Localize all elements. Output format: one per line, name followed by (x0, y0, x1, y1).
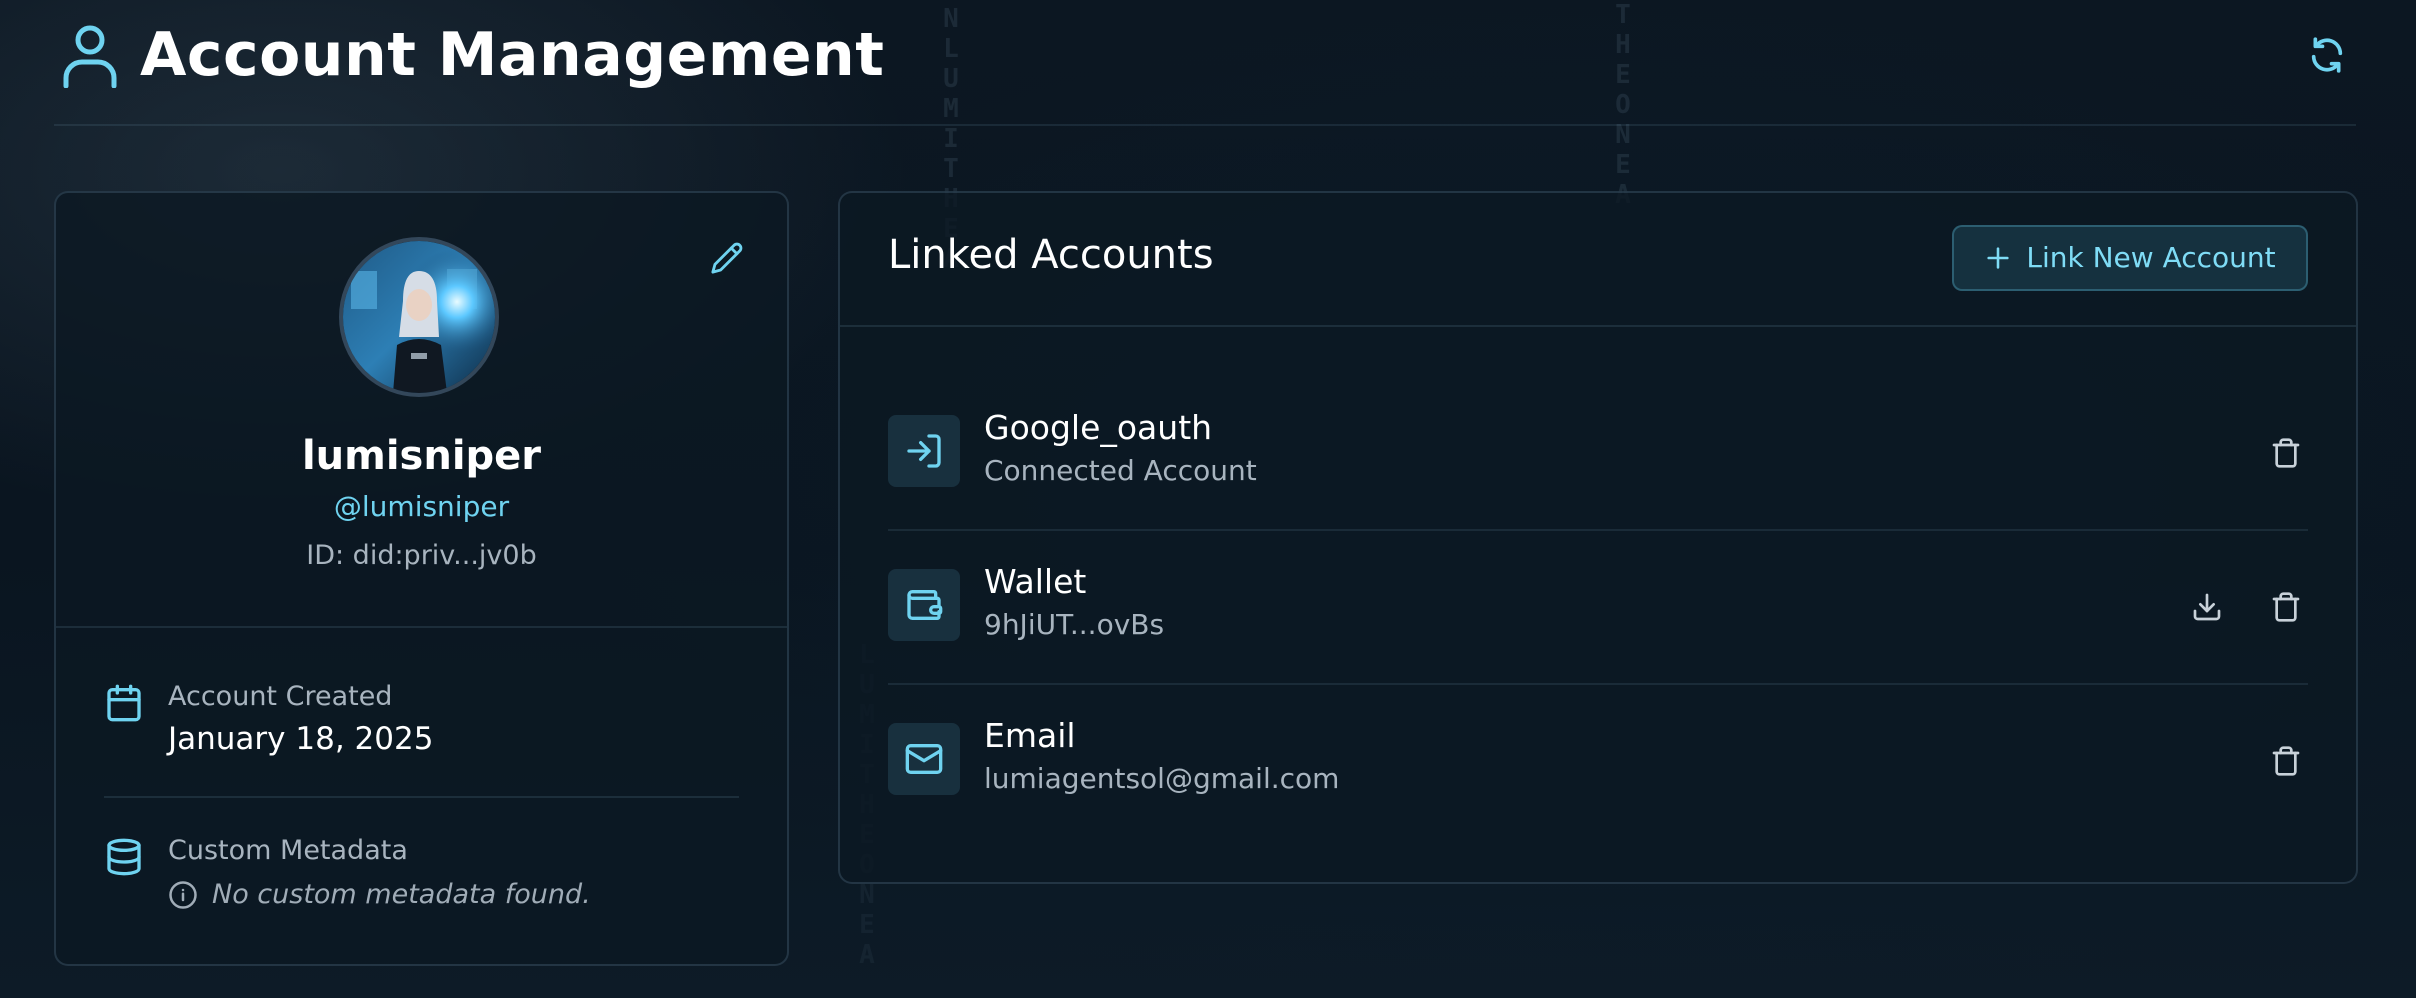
account-icon-box (888, 569, 960, 641)
database-icon (104, 837, 144, 877)
calendar-icon (104, 683, 144, 723)
user-handle: @lumisniper (333, 490, 510, 523)
export-wallet-button[interactable] (2185, 585, 2229, 629)
linked-account-row: Wallet 9hJiUT...ovBs (888, 529, 2308, 685)
account-icon-box (888, 415, 960, 487)
account-subtitle: 9hJiUT...ovBs (984, 608, 1165, 641)
linked-accounts-card: Linked Accounts Link New Account Google_… (838, 191, 2358, 884)
page-header: Account Management (54, 0, 2356, 126)
plus-icon (1987, 247, 2009, 269)
custom-metadata-label: Custom Metadata (168, 835, 408, 866)
pencil-icon (711, 242, 743, 274)
display-name: lumisniper (301, 433, 542, 479)
page-title: Account Management (140, 20, 885, 90)
link-new-account-button[interactable]: Link New Account (1952, 225, 2308, 291)
refresh-icon (2311, 37, 2343, 73)
account-created-row: Account Created January 18, 2025 (104, 679, 744, 769)
account-name: Google_oauth (984, 408, 1213, 447)
empty-metadata-text: No custom metadata found. (212, 879, 591, 910)
account-created-label: Account Created (168, 681, 393, 712)
profile-card: lumisniper @lumisniper ID: did:priv...jv… (54, 191, 789, 966)
linked-accounts-header: Linked Accounts Link New Account (840, 193, 2356, 327)
divider (56, 626, 787, 628)
linked-accounts-title: Linked Accounts (888, 232, 1214, 278)
linked-account-row: Email lumiagentsol@gmail.com (888, 683, 2308, 837)
trash-icon (2272, 746, 2300, 776)
user-id: ID: did:priv...jv0b (306, 540, 537, 571)
account-subtitle: lumiagentsol@gmail.com (984, 762, 1340, 795)
trash-icon (2272, 438, 2300, 468)
delete-account-button[interactable] (2264, 739, 2308, 783)
empty-metadata-note: No custom metadata found. (168, 877, 591, 913)
mail-icon (905, 744, 943, 774)
divider (104, 796, 739, 798)
login-icon (907, 434, 941, 468)
custom-metadata-row: Custom Metadata No custom metadata found… (104, 833, 744, 933)
account-icon-box (888, 723, 960, 795)
linked-account-row: Google_oauth Connected Account (888, 375, 2308, 531)
download-icon (2193, 593, 2221, 621)
edit-profile-button[interactable] (706, 237, 748, 279)
wallet-icon (907, 590, 943, 620)
account-name: Wallet (984, 562, 1087, 601)
account-subtitle: Connected Account (984, 454, 1257, 487)
refresh-button[interactable] (2302, 30, 2352, 80)
user-icon (60, 24, 120, 89)
avatar (339, 237, 499, 397)
delete-account-button[interactable] (2264, 431, 2308, 475)
delete-account-button[interactable] (2264, 585, 2308, 629)
info-icon (169, 881, 197, 909)
trash-icon (2272, 592, 2300, 622)
link-new-account-label: Link New Account (2026, 241, 2276, 274)
account-name: Email (984, 716, 1076, 755)
account-created-value: January 18, 2025 (168, 721, 434, 757)
